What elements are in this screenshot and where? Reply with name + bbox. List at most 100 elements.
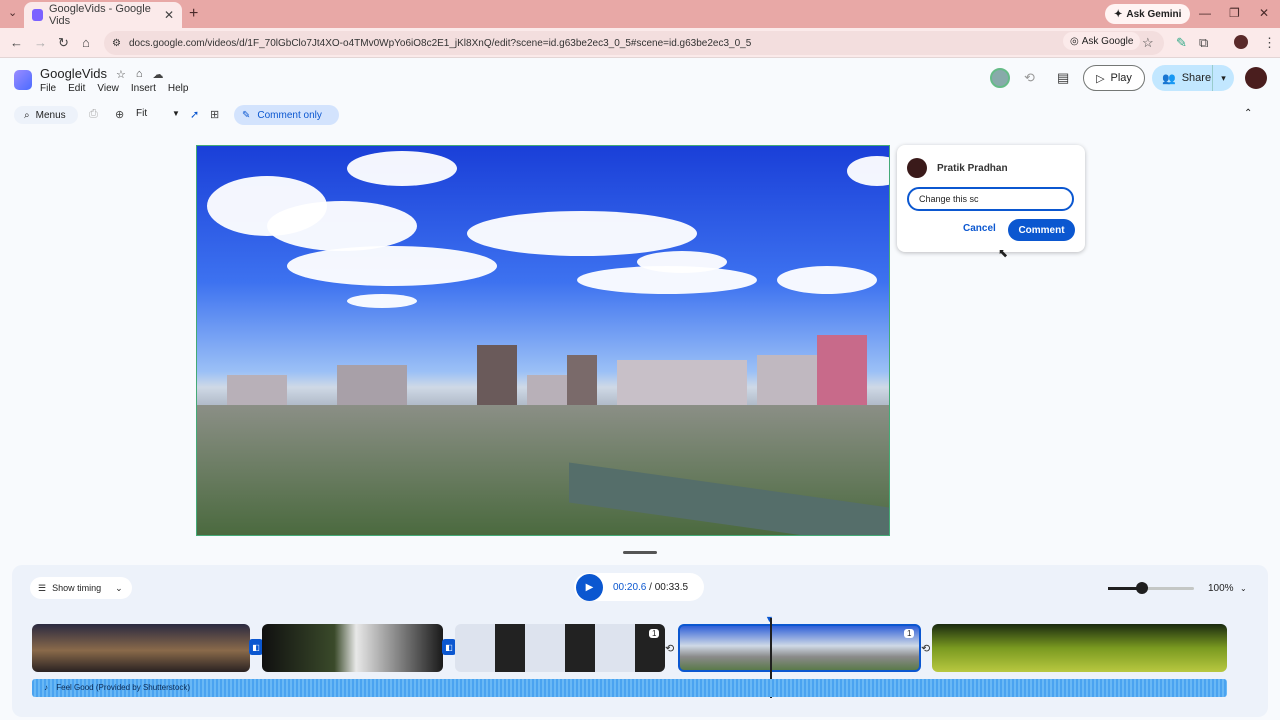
bookmark-star-icon[interactable]: ☆ (1142, 35, 1154, 51)
chevron-down-icon: ⌄ (115, 582, 123, 593)
total-time: 00:33.5 (654, 582, 689, 593)
time-display: 00:20.6 / 00:33.5 (613, 582, 688, 593)
reload-icon[interactable]: ↻ (58, 35, 69, 51)
audio-title: Feel Good (Provided by Shutterstock) (56, 683, 191, 692)
site-info-icon[interactable]: ⚙ (112, 38, 121, 49)
ask-google-label: Ask Google (1081, 35, 1134, 47)
timing-list-icon: ☰ (38, 582, 47, 593)
comment-edit-icon: ✎ (242, 109, 251, 121)
commenter-avatar (907, 158, 927, 178)
timeline-clip-3[interactable] (455, 624, 665, 672)
clip-count-badge: 1 (904, 629, 915, 638)
timeline-clip-1[interactable] (32, 624, 250, 672)
zoom-icon[interactable]: ⊕ (115, 108, 124, 121)
home-icon[interactable]: ⌂ (82, 35, 90, 50)
tab-search-icon[interactable]: ⌄ (8, 6, 17, 19)
ask-gemini-button[interactable]: ✦ Ask Gemini (1105, 4, 1191, 24)
collaborator-avatar[interactable] (990, 68, 1010, 88)
url-field[interactable]: ⚙ docs.google.com/videos/d/1F_70lGbClo7J… (104, 31, 1164, 55)
browser-tab-bar: ⌄ GoogleVids - Google Vids ✕ + ✦ Ask Gem… (0, 0, 1280, 28)
vids-favicon-icon (32, 9, 43, 21)
audio-track-label: ♪ Feel Good (Provided by Shutterstock) (44, 683, 190, 692)
cloud-shape (347, 151, 457, 186)
comment-card: Pratik Pradhan Cancel Comment (897, 145, 1085, 252)
zoom-level[interactable]: 100% (1208, 583, 1234, 594)
transition-icon[interactable]: ◧ (249, 639, 263, 655)
browser-tab[interactable]: GoogleVids - Google Vids ✕ (24, 2, 182, 28)
scene-canvas[interactable] (196, 145, 890, 536)
share-label: Share (1181, 72, 1212, 84)
timeline-clip-5[interactable] (932, 624, 1227, 672)
audio-track[interactable] (32, 679, 1227, 697)
menu-insert[interactable]: Insert (131, 83, 156, 94)
clip-count-badge: 1 (649, 629, 660, 638)
comment-input[interactable] (907, 187, 1074, 211)
add-transition-icon[interactable]: ⟲ (665, 642, 674, 655)
current-time: 00:20.6 (613, 582, 647, 593)
google-vids-logo[interactable] (14, 70, 32, 90)
transition-icon[interactable]: ◧ (442, 639, 456, 655)
timeline-clip-4-selected[interactable] (678, 624, 921, 672)
cloud-shape (267, 201, 417, 251)
browser-profile-avatar[interactable] (1234, 35, 1248, 49)
ask-google-button[interactable]: ◎ Ask Google (1063, 32, 1141, 50)
lens-icon: ◎ (1070, 35, 1079, 47)
add-transition-icon[interactable]: ⟲ (921, 642, 930, 655)
comment-only-mode-button[interactable]: ✎ Comment only (234, 105, 339, 125)
cloud-shape (777, 266, 877, 294)
extension-icon[interactable]: ✎ (1176, 35, 1187, 51)
play-triangle-icon: ▷ (1096, 72, 1105, 85)
move-folder-icon[interactable]: ⌂ (136, 68, 143, 81)
ask-gemini-label: Ask Gemini (1126, 8, 1182, 20)
play-button[interactable]: ▷ Play (1083, 65, 1145, 91)
comment-only-label: Comment only (257, 109, 322, 121)
show-timing-button[interactable]: ☰ Show timing ⌄ (30, 577, 132, 599)
forward-icon[interactable]: → (34, 35, 47, 50)
version-history-icon[interactable]: ⟲ (1024, 70, 1035, 86)
close-window-icon[interactable]: ✕ (1259, 6, 1269, 20)
browser-menu-icon[interactable]: ⋮ (1263, 35, 1276, 51)
minimize-icon[interactable]: — (1199, 6, 1211, 20)
menu-bar: File Edit View Insert Help (40, 83, 188, 94)
zoom-select[interactable]: Fit (136, 108, 147, 119)
menus-search-label: Menus (35, 109, 66, 121)
panel-resize-handle[interactable] (623, 551, 657, 554)
select-cursor-icon[interactable]: ➚ (190, 108, 199, 121)
cloud-saved-icon[interactable]: ☁ (153, 68, 164, 81)
menus-search[interactable]: ⌕ Menus (14, 106, 78, 124)
menu-view[interactable]: View (97, 83, 119, 94)
timeline-clip-2[interactable] (262, 624, 443, 672)
zoom-dropdown-icon[interactable]: ▼ (172, 109, 180, 118)
extensions-puzzle-icon[interactable]: ⧉ (1199, 35, 1208, 51)
comments-icon[interactable]: ▤ (1057, 70, 1069, 86)
maximize-icon[interactable]: ❐ (1229, 6, 1240, 20)
share-dropdown-icon[interactable]: ▾ (1212, 65, 1234, 91)
star-icon[interactable]: ☆ (116, 68, 126, 81)
menu-file[interactable]: File (40, 83, 56, 94)
cloud-shape (467, 211, 697, 256)
print-icon[interactable]: ⎙ (89, 108, 98, 121)
timeline-play-button[interactable]: ▶ (576, 574, 603, 601)
cancel-button[interactable]: Cancel (963, 223, 996, 234)
collapse-toolbar-icon[interactable]: ⌃ (1244, 108, 1252, 119)
mouse-cursor-icon: ⬉ (998, 246, 1009, 260)
building-shape (817, 335, 867, 415)
tab-title: GoogleVids - Google Vids (48, 3, 151, 27)
address-bar-row: ← → ↻ ⌂ ⚙ docs.google.com/videos/d/1F_70… (0, 28, 1280, 58)
cloud-shape (637, 251, 727, 273)
comment-submit-button[interactable]: Comment (1008, 219, 1075, 241)
search-icon: ⌕ (24, 109, 30, 121)
menu-edit[interactable]: Edit (68, 83, 85, 94)
close-tab-icon[interactable]: ✕ (164, 8, 174, 22)
cloud-shape (847, 156, 889, 186)
zoom-level-dropdown-icon[interactable]: ⌄ (1240, 584, 1247, 593)
user-avatar[interactable] (1245, 67, 1267, 89)
back-icon[interactable]: ← (10, 35, 23, 50)
commenter-name: Pratik Pradhan (937, 163, 1008, 174)
share-button[interactable]: 👥 Share ▾ (1152, 65, 1234, 91)
menu-help[interactable]: Help (168, 83, 189, 94)
document-title[interactable]: GoogleVids (40, 66, 107, 81)
new-tab-button[interactable]: + (189, 5, 198, 23)
add-comment-icon[interactable]: ⊞ (210, 108, 219, 121)
cloud-shape (347, 294, 417, 308)
